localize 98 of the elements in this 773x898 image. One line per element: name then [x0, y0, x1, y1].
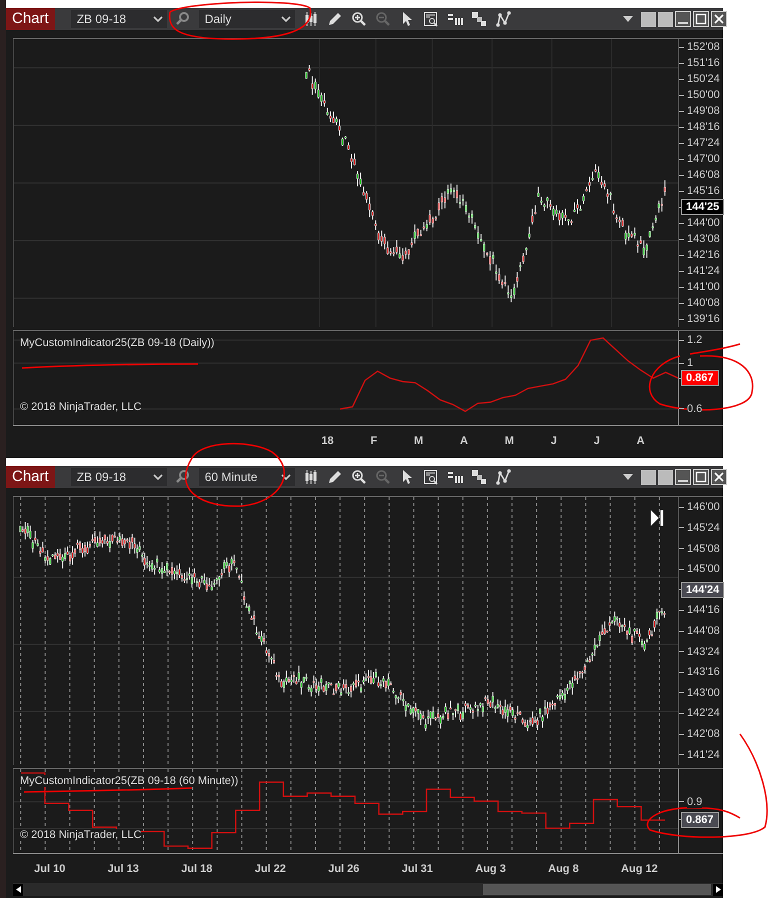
time-label: Jul 22: [254, 862, 286, 874]
price-label: 141'24: [687, 748, 720, 761]
stacked-squares-icon[interactable]: [470, 469, 487, 485]
price-label: 143'08: [687, 233, 720, 245]
time-label: Jul 13: [108, 862, 139, 874]
minimize-icon[interactable]: [675, 11, 691, 27]
list-icon[interactable]: [446, 469, 463, 485]
time-label: F: [370, 435, 378, 447]
panel-button[interactable]: [641, 12, 656, 26]
time-label: Jul 31: [402, 862, 433, 874]
chevron-icon: [152, 474, 163, 480]
price-label: 145'24: [687, 522, 720, 534]
time-label: Jul 18: [181, 862, 212, 874]
time-label: J: [550, 435, 557, 447]
indicator-axis-label: 0.6: [687, 402, 702, 415]
price-label: 149'08: [687, 105, 720, 117]
price-label: 139'16: [687, 313, 720, 325]
candlestick-icon[interactable]: [302, 469, 319, 485]
right-arrow-icon[interactable]: [716, 886, 720, 893]
maximize-icon[interactable]: [693, 469, 709, 485]
pencil-icon[interactable]: [326, 11, 343, 27]
price-label: 146'08: [687, 169, 720, 181]
list-icon[interactable]: [446, 11, 463, 27]
price-label: 143'16: [687, 666, 720, 678]
search-icon[interactable]: [174, 11, 191, 27]
panel-button[interactable]: [658, 12, 673, 26]
time-label: 18: [321, 435, 334, 447]
price-label: 145'16: [687, 185, 720, 197]
instrument-dropdown[interactable]: ZB 09-18: [70, 468, 167, 486]
price-label: 140'08: [687, 297, 720, 309]
copyright-text: © 2018 NinjaTrader, LLC: [20, 401, 142, 413]
close-icon[interactable]: [711, 469, 727, 485]
time-label: J: [594, 435, 600, 447]
price-label: 142'08: [687, 728, 720, 740]
indicator-label: MyCustomIndicator25(ZB 09-18 (Daily)): [20, 337, 214, 349]
candlestick-icon[interactable]: [302, 11, 319, 27]
price-marker: 144'25: [681, 199, 724, 215]
time-label: Aug 12: [621, 862, 658, 874]
price-label: 152'08: [687, 41, 720, 53]
time-label: A: [460, 435, 468, 447]
price-marker: 144'24: [681, 582, 724, 598]
price-label: 147'24: [687, 137, 720, 149]
data-box-icon[interactable]: [422, 469, 439, 485]
search-icon[interactable]: [174, 469, 191, 485]
window-title: Chart: [6, 466, 55, 488]
zoom-in-icon[interactable]: [350, 469, 367, 485]
copyright-text: © 2018 NinjaTrader, LLC: [20, 829, 142, 841]
time-label: M: [504, 435, 514, 447]
interval-dropdown[interactable]: Daily: [198, 10, 295, 28]
chevron-icon: [280, 474, 291, 480]
caret-icon[interactable]: [623, 474, 633, 480]
indicator-marker: 0.867: [681, 370, 719, 386]
price-label: 144'16: [687, 604, 720, 616]
price-label: 148'16: [687, 121, 720, 133]
price-label: 143'00: [687, 686, 720, 699]
panel-button[interactable]: [658, 470, 673, 484]
scroll-thumb[interactable]: [483, 884, 711, 895]
price-label: 142'16: [687, 249, 720, 261]
minimize-icon[interactable]: [675, 469, 691, 485]
indicator-label: MyCustomIndicator25(ZB 09-18 (60 Minute)): [20, 775, 238, 787]
price-label: 141'00: [687, 281, 720, 293]
maximize-icon[interactable]: [693, 11, 709, 27]
data-box-icon[interactable]: [422, 11, 439, 27]
price-label: 144'00: [687, 217, 720, 229]
instrument-dropdown[interactable]: ZB 09-18: [70, 10, 167, 28]
time-label: A: [636, 435, 645, 447]
window-title: Chart: [6, 8, 55, 30]
interval-dropdown[interactable]: 60 Minute: [198, 468, 295, 486]
time-label: Aug 8: [548, 862, 579, 874]
time-label: M: [414, 435, 424, 447]
nodes-icon[interactable]: [494, 11, 511, 27]
price-label: 150'00: [687, 89, 720, 101]
left-arrow-icon[interactable]: [16, 886, 20, 893]
price-label: 147'00: [687, 153, 720, 165]
price-label: 145'08: [687, 542, 720, 555]
horizontal-scrollbar[interactable]: [13, 883, 723, 896]
price-label: 144'08: [687, 625, 720, 637]
price-label: 150'24: [687, 73, 720, 85]
close-icon[interactable]: [711, 11, 727, 27]
indicator-axis-label: 0.9: [687, 796, 702, 808]
nodes-icon[interactable]: [494, 469, 511, 485]
skip-to-end-icon[interactable]: [650, 509, 664, 527]
price-label: 141'24: [687, 265, 720, 277]
time-label: Jul 10: [34, 862, 66, 874]
panel-button[interactable]: [641, 470, 656, 484]
chevron-icon: [280, 16, 291, 22]
chevron-icon: [152, 16, 163, 22]
price-label: 145'00: [687, 563, 720, 576]
price-label: 146'00: [687, 501, 720, 514]
time-label: Jul 26: [328, 862, 360, 874]
pencil-icon[interactable]: [326, 469, 343, 485]
caret-icon[interactable]: [623, 16, 633, 22]
time-label: Aug 3: [475, 862, 506, 874]
zoom-in-icon[interactable]: [350, 11, 367, 27]
indicator-marker: 0.867: [681, 812, 719, 828]
stacked-squares-icon[interactable]: [470, 11, 487, 27]
price-label: 143'24: [687, 646, 720, 658]
price-label: 151'16: [687, 57, 720, 69]
